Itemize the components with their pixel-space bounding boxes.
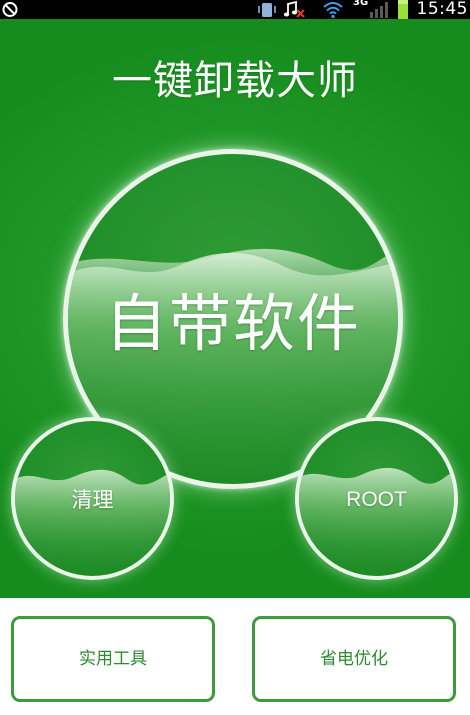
- clean-label: 清理: [71, 488, 114, 512]
- network-type-label: 3G: [353, 0, 369, 8]
- status-clock: 15:45: [416, 0, 468, 19]
- main-panel: 一键卸载大师 自带软件 清理 ROOT: [0, 19, 470, 598]
- vibrate-icon: [258, 3, 276, 17]
- bottom-toolbar: 实用工具 省电优化: [0, 598, 470, 715]
- wifi-icon: [323, 2, 343, 19]
- app-title: 一键卸载大师: [112, 58, 358, 104]
- do-not-disturb-icon: [2, 2, 18, 17]
- root-label: ROOT: [346, 488, 407, 511]
- status-bar: 3G 15:45: [0, 0, 470, 19]
- root-bubble[interactable]: ROOT: [295, 417, 458, 580]
- utility-tools-button[interactable]: 实用工具: [11, 616, 215, 702]
- music-muted-icon: [283, 0, 305, 18]
- battery-icon: [398, 0, 408, 19]
- clean-bubble[interactable]: 清理: [11, 417, 174, 580]
- power-saving-button[interactable]: 省电优化: [252, 616, 456, 702]
- builtin-apps-label: 自带软件: [104, 287, 361, 360]
